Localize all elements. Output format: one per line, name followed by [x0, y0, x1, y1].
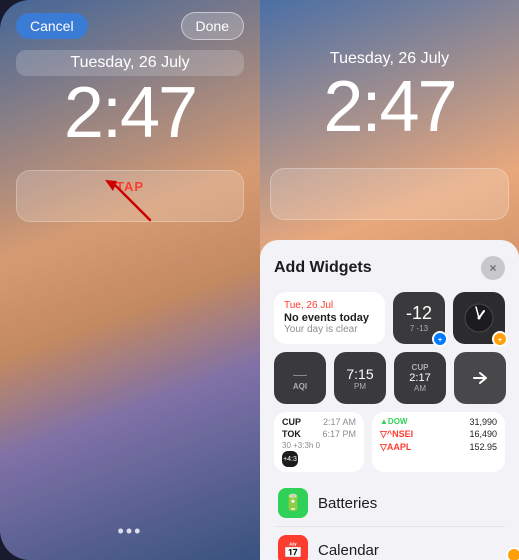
aapl-row: ▽AAPL 152.95: [380, 442, 497, 453]
calendar-widget[interactable]: Tue, 26 Jul No events today Your day is …: [274, 292, 385, 344]
done-button[interactable]: Done: [181, 12, 244, 40]
widget-row-1: Tue, 26 Jul No events today Your day is …: [274, 292, 505, 344]
sheet-close-button[interactable]: ×: [481, 256, 505, 280]
dow-label: ▲DOW: [380, 417, 407, 427]
cup-widget[interactable]: CUP 2:17 AM: [394, 352, 446, 404]
cup-tok-tok-time: 6:17 PM: [322, 429, 356, 439]
svg-text:+: +: [438, 337, 442, 344]
temp-range: 7 -13: [410, 324, 428, 333]
left-time-display: 2:47: [0, 72, 260, 154]
cup-time2: AM: [414, 384, 426, 393]
aapl-price: 152.95: [469, 442, 497, 453]
svg-text:+: +: [498, 337, 502, 344]
cup-tok-cup-time: 2:17 AM: [323, 417, 356, 427]
calendar-list-item[interactable]: 📅 Calendar: [274, 527, 505, 560]
batteries-icon: 🔋: [278, 488, 308, 518]
nsei-price: 16,490: [469, 429, 497, 440]
left-lockscreen-panel: Cancel Done Tuesday, 26 July 2:47 TAP ••…: [0, 0, 260, 560]
arrow-widget[interactable]: [454, 352, 506, 404]
aqi-text: AQI: [293, 382, 307, 391]
batteries-emoji: 🔋: [283, 493, 303, 513]
clock-badge: +: [492, 331, 508, 347]
sheet-title: Add Widgets: [274, 259, 372, 277]
calendar-icon: 📅: [278, 535, 308, 560]
time-widget[interactable]: 7:15 PM +: [334, 352, 386, 404]
clock-widget[interactable]: +: [453, 292, 505, 344]
widget-row-3: CUP 2:17 AM TOK 6:17 PM 30 +3:3h 0 +4:3 …: [274, 412, 505, 472]
cal-title: No events today: [284, 312, 375, 324]
time-period: PM: [354, 382, 366, 391]
cup-label: CUP: [412, 363, 429, 372]
cup-tok-badge: +4:3: [282, 451, 298, 467]
batteries-label: Batteries: [318, 495, 377, 512]
cup-tok-widget[interactable]: CUP 2:17 AM TOK 6:17 PM 30 +3:3h 0 +4:3: [274, 412, 364, 472]
widget-row-2: — AQI + 7:15 PM + CUP 2:17 AM: [274, 352, 505, 404]
cal-date: Tue, 26 Jul: [284, 300, 375, 311]
right-lockscreen-panel: Tuesday, 26 July 2:47 Add Widgets × Tue,…: [260, 0, 519, 560]
right-time-display: 2:47: [260, 66, 519, 148]
nsei-label: ▽^NSEI: [380, 429, 413, 440]
temp-value: -12: [406, 303, 432, 324]
aqi-widget[interactable]: — AQI +: [274, 352, 326, 404]
right-empty-widget[interactable]: [270, 168, 509, 220]
calendar-emoji: 📅: [283, 540, 303, 560]
more-dots[interactable]: •••: [118, 521, 143, 542]
aqi-dashes: —: [293, 366, 307, 382]
widget-list: 🔋 Batteries 📅 Calendar: [274, 480, 505, 560]
tap-arrow: [95, 175, 165, 230]
cancel-button[interactable]: Cancel: [16, 13, 88, 39]
calendar-label: Calendar: [318, 542, 379, 559]
cup-tok-extras: 30 +3:3h 0: [282, 441, 356, 450]
add-widgets-sheet: Add Widgets × Tue, 26 Jul No events toda…: [260, 240, 519, 560]
temperature-widget[interactable]: -12 7 -13 +: [393, 292, 445, 344]
cal-sub: Your day is clear: [284, 324, 375, 335]
dow-row: ▲DOW 31,990: [380, 417, 497, 427]
left-top-bar: Cancel Done: [0, 12, 260, 40]
temp-badge: +: [432, 331, 448, 347]
nsei-row: ▽^NSEI 16,490: [380, 429, 497, 440]
arrow-badge: [506, 547, 519, 560]
aapl-label: ▽AAPL: [380, 442, 411, 453]
dow-price: 31,990: [469, 417, 497, 427]
sheet-header: Add Widgets ×: [274, 256, 505, 280]
time-value: 7:15: [346, 366, 373, 382]
cup-tok-cup-label: CUP: [282, 417, 301, 427]
cup-time: 2:17: [409, 372, 430, 384]
cup-tok-tok-label: TOK: [282, 429, 301, 439]
stocks-widget[interactable]: ▲DOW 31,990 ▽^NSEI 16,490 ▽AAPL 152.95: [372, 412, 505, 472]
batteries-list-item[interactable]: 🔋 Batteries: [274, 480, 505, 527]
